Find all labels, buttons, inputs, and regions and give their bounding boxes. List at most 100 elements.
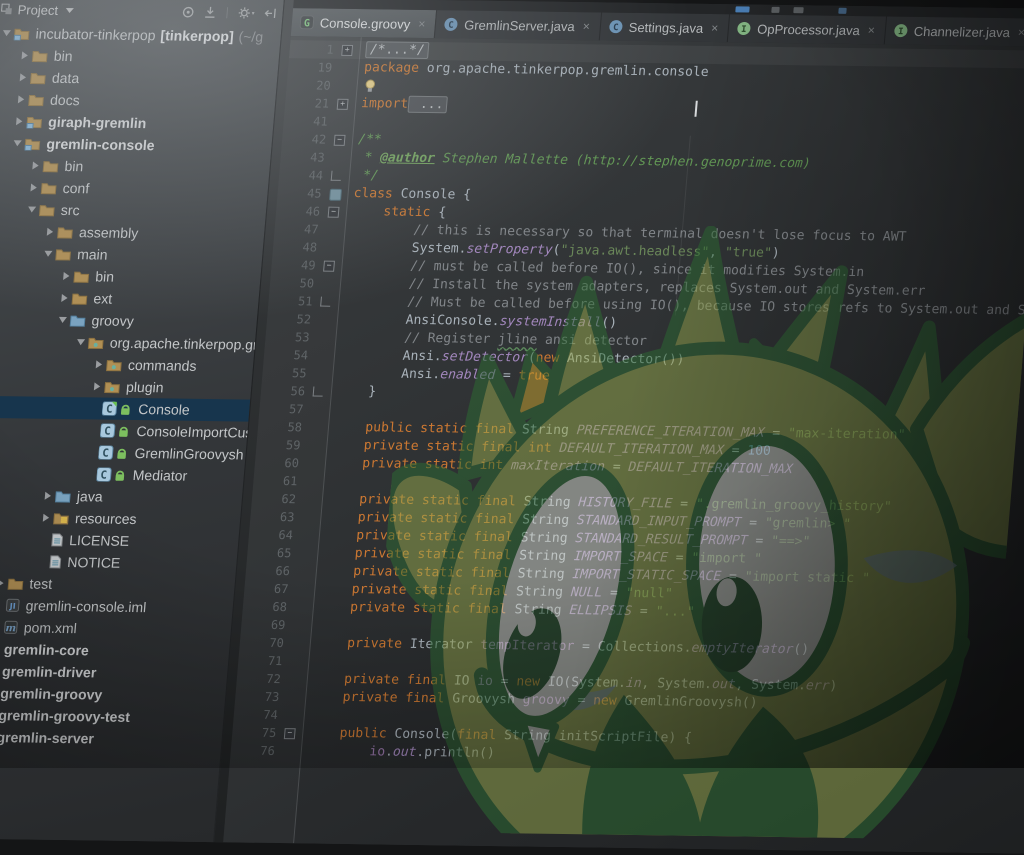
fold-collapse-icon[interactable]: −	[284, 728, 296, 739]
tree-item-label: gremlin-driver	[2, 663, 97, 680]
expanded-arrow-icon[interactable]	[40, 251, 56, 257]
line-number: 44	[278, 166, 324, 185]
collapsed-arrow-icon[interactable]	[89, 382, 105, 390]
collapsed-arrow-icon[interactable]	[42, 228, 58, 236]
line-number: 57	[259, 400, 305, 419]
code-area[interactable]: 1+/*...*/19package org.apache.tinkerpop.…	[230, 40, 1024, 772]
tree-item-resources[interactable]: resources	[0, 505, 241, 531]
pkg-icon	[87, 336, 104, 349]
tree-item-label: NOTICE	[67, 554, 121, 571]
resdir-icon	[53, 511, 70, 524]
code-text: io.out.println()	[306, 742, 495, 763]
tab-console-groovy[interactable]: GConsole.groovy×	[291, 8, 438, 38]
fold-expand-icon[interactable]: +	[341, 45, 353, 56]
line-number: 60	[254, 454, 300, 473]
tab-label: Settings.java	[628, 19, 704, 35]
project-path: (~/g	[238, 28, 264, 44]
collapsed-arrow-icon[interactable]	[17, 51, 33, 59]
collapsed-arrow-icon[interactable]	[13, 95, 29, 103]
expanded-arrow-icon[interactable]	[0, 30, 14, 36]
tree-item-license[interactable]: LICENSE	[0, 527, 239, 553]
collapsed-arrow-icon[interactable]	[56, 294, 72, 302]
collapsed-arrow-icon[interactable]	[40, 492, 56, 500]
line-number: 47	[274, 220, 320, 239]
collapsed-arrow-icon[interactable]	[25, 183, 41, 191]
svg-text:C: C	[100, 469, 108, 482]
class-gutter-icon[interactable]	[329, 189, 342, 201]
tree-item-gremlin-groovy-test[interactable]: gremlin-groovy-test	[0, 703, 224, 729]
tab-settings-java[interactable]: C Settings.java ×	[600, 12, 731, 42]
java-interface-icon: I	[893, 24, 908, 38]
tree-item-label: GremlinGroovysh	[134, 445, 244, 463]
toolbar-run-icon[interactable]	[735, 6, 750, 12]
toolbar-divider	[225, 6, 229, 19]
tab-gremlinserver-java[interactable]: CGremlinServer.java×	[435, 10, 602, 40]
tree-item-label: assembly	[78, 224, 138, 241]
tree-item-gremlin-console-iml[interactable]: JIgremlin-console.iml	[0, 593, 234, 619]
tab-label: Channelizer.java	[913, 23, 1010, 39]
collapsed-arrow-icon[interactable]	[38, 514, 54, 522]
svg-text:C: C	[613, 23, 619, 33]
tree-item-gremlingroovysh[interactable]: C GremlinGroovysh	[0, 440, 247, 466]
tab-close-icon[interactable]: ×	[582, 19, 590, 33]
toolbar-icon[interactable]	[838, 8, 847, 14]
tree-item-test[interactable]: test	[0, 571, 235, 597]
tab-close-icon[interactable]: ×	[418, 17, 426, 31]
line-number: 69	[241, 615, 287, 634]
line-number: 58	[257, 418, 303, 437]
expanded-arrow-icon[interactable]	[54, 317, 70, 323]
code-text: /**	[357, 131, 382, 149]
tab-opprocessor-java[interactable]: IOpProcessor.java×	[728, 14, 887, 44]
fold-collapse-icon[interactable]: −	[334, 135, 346, 146]
gclass-icon: C	[96, 467, 127, 481]
line-number: 64	[248, 526, 294, 545]
collapse-all-icon[interactable]	[203, 5, 217, 18]
expanded-arrow-icon[interactable]	[9, 140, 25, 146]
panel-selector-icon	[0, 3, 13, 15]
settings-gear-icon[interactable]	[237, 6, 255, 19]
line-number: 62	[251, 490, 297, 509]
hide-panel-icon[interactable]	[263, 6, 277, 19]
collapsed-arrow-icon[interactable]	[27, 161, 43, 169]
svg-text:I: I	[741, 25, 747, 35]
gclass-icon: C	[98, 445, 129, 459]
expanded-arrow-icon[interactable]	[73, 339, 89, 345]
tree-item-java[interactable]: java	[0, 483, 243, 509]
tab-close-icon[interactable]: ×	[867, 23, 875, 37]
fold-end-icon[interactable]	[313, 386, 324, 396]
tree-item-gremlin-groovy[interactable]: gremlin-groovy	[0, 681, 226, 707]
fold-collapse-icon[interactable]: −	[323, 261, 335, 272]
line-number: 43	[280, 148, 326, 167]
toolbar-icon[interactable]	[793, 7, 804, 13]
tab-channelizer-java[interactable]: I Channelizer.java ×	[885, 16, 1024, 46]
tab-close-icon[interactable]: ×	[1017, 25, 1024, 39]
line-number: 55	[262, 364, 308, 383]
fold-collapse-icon[interactable]: −	[328, 207, 340, 218]
tree-item-label: gremlin-server	[0, 729, 95, 746]
collapsed-arrow-icon[interactable]	[91, 360, 107, 368]
toolbar-icon[interactable]	[771, 7, 780, 13]
collapsed-arrow-icon[interactable]	[58, 272, 74, 280]
fold-expand-icon[interactable]: +	[337, 99, 349, 110]
folder-icon	[31, 49, 48, 62]
line-number: 56	[260, 382, 306, 401]
svg-text:C: C	[105, 403, 113, 416]
collapsed-arrow-icon[interactable]	[15, 73, 31, 81]
fold-end-icon[interactable]	[320, 297, 331, 307]
dropdown-caret-icon[interactable]	[66, 7, 74, 12]
editor-body[interactable]: 1+/*...*/19package org.apache.tinkerpop.…	[223, 36, 1024, 855]
tree-item-gremlin-core[interactable]: gremlin-core	[0, 637, 230, 663]
java-class-icon: C	[444, 17, 459, 31]
tree-item-pom-xml[interactable]: mpom.xml	[0, 615, 232, 641]
tree-item-gremlin-server[interactable]: gremlin-server	[0, 725, 223, 751]
tree-item-mediator[interactable]: CMediator	[0, 461, 245, 487]
tree-item-notice[interactable]: NOTICE	[0, 549, 237, 575]
line-number: 70	[239, 633, 285, 652]
fold-end-icon[interactable]	[331, 171, 342, 181]
collapsed-arrow-icon[interactable]	[11, 117, 27, 125]
tree-item-gremlin-driver[interactable]: gremlin-driver	[0, 659, 228, 685]
folder-icon	[38, 203, 55, 216]
expanded-arrow-icon[interactable]	[24, 206, 40, 212]
locate-icon[interactable]	[181, 5, 195, 18]
tab-close-icon[interactable]: ×	[711, 21, 719, 35]
